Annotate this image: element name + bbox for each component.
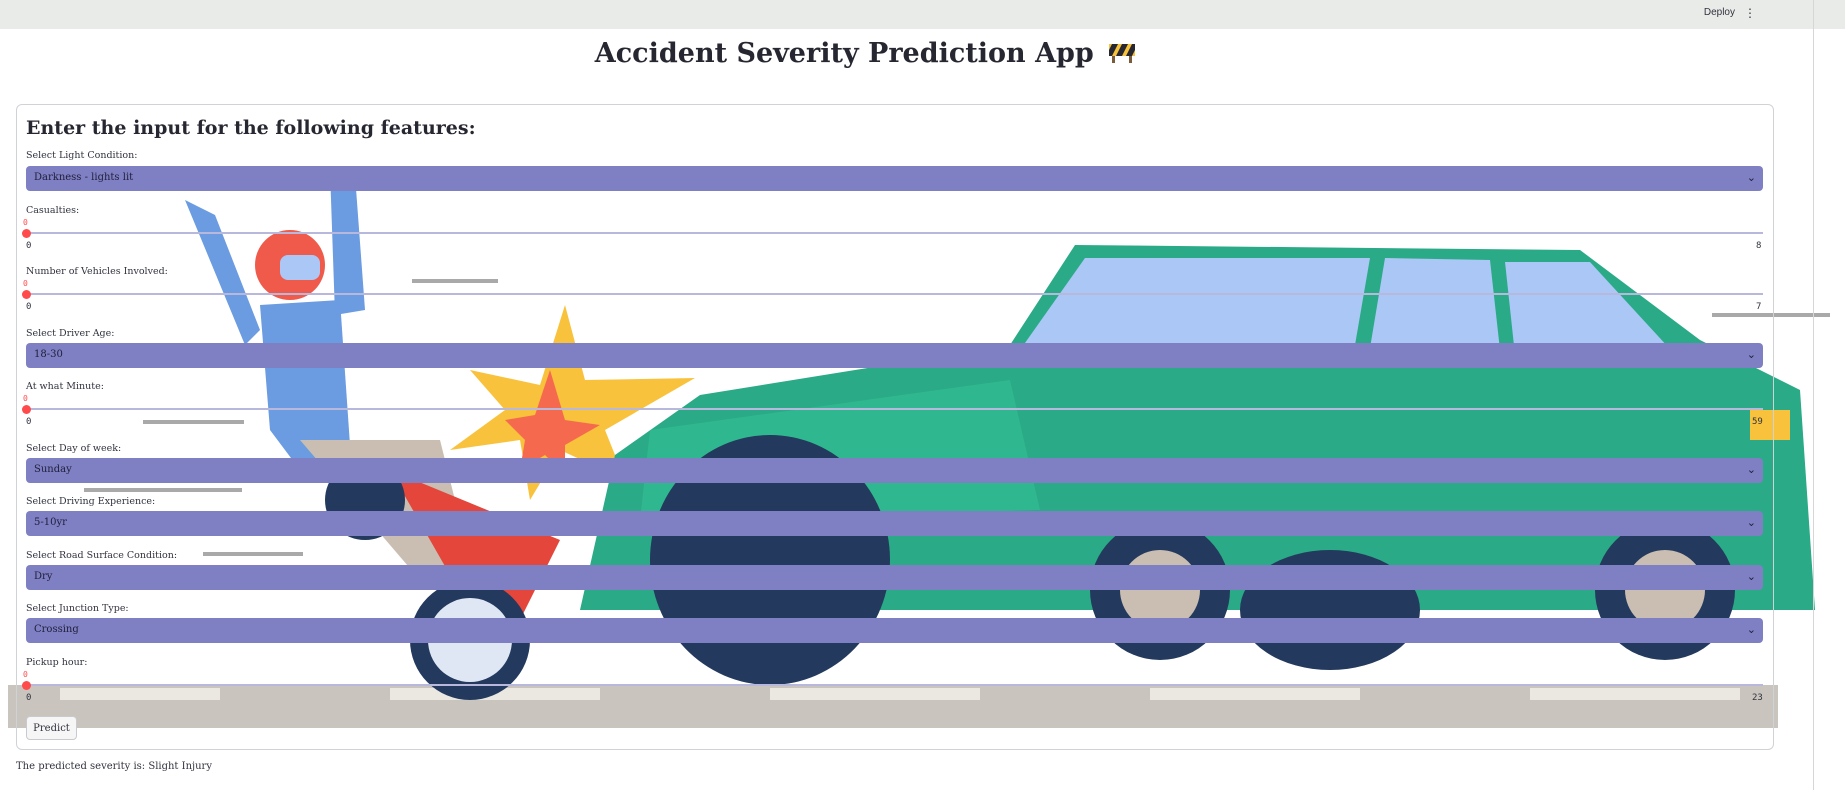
- vehicles-min: 0: [26, 302, 32, 312]
- chevron-down-icon: ⌄: [1746, 171, 1756, 184]
- page-title: Accident Severity Prediction App: [0, 38, 1730, 70]
- pickup-hour-max: 23: [1752, 693, 1763, 703]
- vehicles-label: Number of Vehicles Involved:: [26, 266, 168, 277]
- minute-max: 59: [1752, 417, 1763, 427]
- pickup-hour-slider-thumb[interactable]: [22, 681, 31, 690]
- pickup-hour-min: 0: [26, 693, 32, 703]
- minute-current-value: 0: [23, 394, 28, 403]
- vehicles-slider-track[interactable]: [26, 293, 1763, 295]
- road-surface-select[interactable]: Dry ⌄: [26, 565, 1763, 590]
- day-of-week-value: Sunday: [34, 464, 72, 475]
- pickup-hour-label: Pickup hour:: [26, 657, 88, 668]
- chevron-down-icon: ⌄: [1746, 463, 1756, 476]
- scrollbar[interactable]: [1813, 0, 1814, 790]
- predict-button[interactable]: Predict: [26, 716, 77, 740]
- casualties-slider-thumb[interactable]: [22, 229, 31, 238]
- chevron-down-icon: ⌄: [1746, 348, 1756, 361]
- junction-type-select[interactable]: Crossing ⌄: [26, 618, 1763, 643]
- pickup-hour-slider-track[interactable]: [26, 684, 1763, 686]
- minute-min: 0: [26, 417, 32, 427]
- casualties-current-value: 0: [23, 218, 28, 227]
- driver-age-value: 18-30: [34, 349, 63, 360]
- day-of-week-label: Select Day of week:: [26, 443, 122, 454]
- driving-experience-select[interactable]: 5-10yr ⌄: [26, 511, 1763, 536]
- light-condition-value: Darkness - lights lit: [34, 172, 134, 183]
- input-form: [16, 104, 1774, 750]
- light-condition-label: Select Light Condition:: [26, 150, 138, 161]
- driving-experience-label: Select Driving Experience:: [26, 496, 156, 507]
- vehicles-current-value: 0: [23, 279, 28, 288]
- driving-experience-value: 5-10yr: [34, 517, 67, 528]
- chevron-down-icon: ⌄: [1746, 516, 1756, 529]
- day-of-week-select[interactable]: Sunday ⌄: [26, 458, 1763, 483]
- casualties-min: 0: [26, 241, 32, 251]
- casualties-label: Casualties:: [26, 205, 80, 216]
- junction-type-value: Crossing: [34, 624, 79, 635]
- prediction-result: The predicted severity is: Slight Injury: [16, 761, 212, 772]
- junction-type-label: Select Junction Type:: [26, 603, 129, 614]
- pickup-hour-current-value: 0: [23, 670, 28, 679]
- minute-label: At what Minute:: [26, 381, 104, 392]
- road-surface-label: Select Road Surface Condition:: [26, 550, 178, 561]
- form-heading: Enter the input for the following featur…: [26, 117, 476, 139]
- casualties-max: 8: [1756, 241, 1762, 251]
- minute-slider-thumb[interactable]: [22, 405, 31, 414]
- vehicles-max: 7: [1756, 302, 1762, 312]
- page-title-text: Accident Severity Prediction App: [594, 38, 1094, 69]
- driver-age-label: Select Driver Age:: [26, 328, 115, 339]
- road-surface-value: Dry: [34, 571, 53, 582]
- casualties-slider-track[interactable]: [26, 232, 1763, 234]
- minute-slider-track[interactable]: [26, 408, 1763, 410]
- driver-age-select[interactable]: 18-30 ⌄: [26, 343, 1763, 368]
- light-condition-select[interactable]: Darkness - lights lit ⌄: [26, 166, 1763, 191]
- vehicles-slider-thumb[interactable]: [22, 290, 31, 299]
- construction-barrier-icon: [1106, 39, 1139, 70]
- chevron-down-icon: ⌄: [1746, 623, 1756, 636]
- chevron-down-icon: ⌄: [1746, 570, 1756, 583]
